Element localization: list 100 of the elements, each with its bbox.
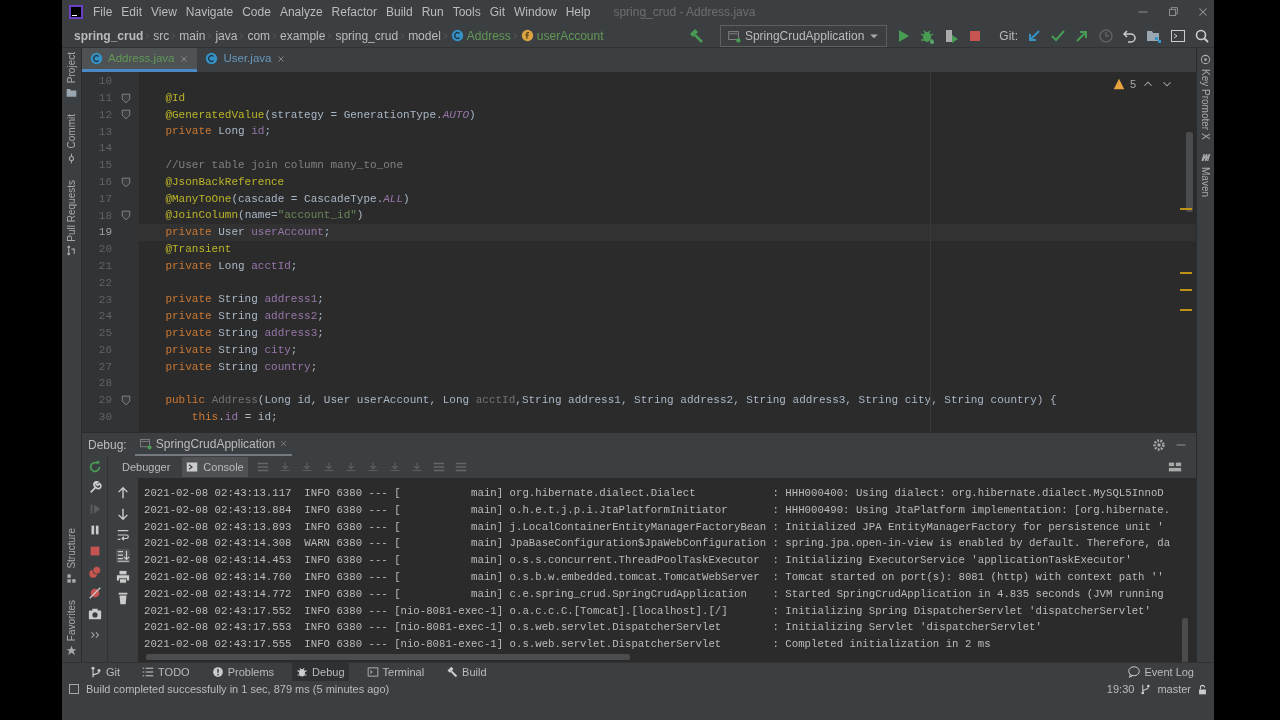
file-tab[interactable]: User.java: [197, 48, 295, 72]
menu-item[interactable]: Run: [421, 3, 444, 21]
code-line: @Transient: [164, 242, 232, 255]
menu-item[interactable]: Analyze: [279, 3, 323, 21]
scrollbar[interactable]: [1186, 132, 1193, 212]
class-icon: [450, 29, 464, 42]
tool-window-tab[interactable]: Key Promoter X: [1198, 69, 1213, 140]
trash-icon[interactable]: [116, 591, 130, 605]
coverage-icon[interactable]: [943, 27, 960, 44]
fold-marker-icon[interactable]: [120, 92, 131, 104]
git-branch[interactable]: master: [1157, 680, 1191, 698]
terminal-icon[interactable]: [1170, 27, 1186, 44]
camera-icon[interactable]: [87, 607, 102, 621]
menu-item[interactable]: Edit: [121, 3, 143, 21]
soft-wrap-icon[interactable]: [116, 528, 130, 542]
debug-tab[interactable]: Console: [182, 456, 248, 478]
menu-item[interactable]: Refactor: [331, 3, 377, 21]
clock-time[interactable]: 19:30: [1106, 680, 1135, 698]
scroll-to-end-icon[interactable]: [116, 549, 130, 563]
breadcrumb-item[interactable]: Address: [466, 26, 511, 45]
tool-window-tab[interactable]: Maven: [1198, 166, 1213, 197]
tool-window-tab[interactable]: Favorites: [64, 599, 79, 641]
close-icon[interactable]: [179, 53, 190, 64]
arrow-down-icon[interactable]: [116, 507, 130, 521]
close-icon[interactable]: [276, 53, 287, 64]
run-config-icon: [726, 28, 741, 43]
breadcrumb-item[interactable]: spring_crud: [335, 26, 399, 45]
fold-marker-icon[interactable]: [120, 395, 131, 407]
breadcrumb-item[interactable]: src: [153, 26, 170, 45]
breakpoints-icon[interactable]: [87, 565, 102, 579]
menu-item[interactable]: Tools: [452, 3, 481, 21]
wrench-icon[interactable]: [87, 481, 102, 495]
close-icon[interactable]: [279, 439, 289, 448]
warning-marker[interactable]: [1180, 309, 1192, 311]
menu-item[interactable]: Build: [385, 3, 413, 21]
tool-window-tab[interactable]: Project: [64, 52, 79, 84]
alert-icon: [211, 666, 224, 678]
status-message: Build completed successfully in 1 sec, 879 ms (5 minutes ago): [86, 681, 390, 697]
tool-window-button[interactable]: Debug: [292, 663, 349, 681]
undo-icon[interactable]: [1122, 27, 1138, 44]
menu-item[interactable]: Window: [514, 3, 557, 21]
print-icon[interactable]: [116, 570, 130, 584]
list-icon[interactable]: [453, 460, 468, 474]
square-icon[interactable]: [68, 683, 80, 695]
warning-count[interactable]: 5: [1129, 76, 1136, 93]
search-icon[interactable]: [1194, 27, 1210, 44]
class-icon: [205, 52, 219, 65]
tool-window-button[interactable]: Terminal: [362, 663, 429, 681]
warning-marker[interactable]: [1180, 289, 1192, 291]
breadcrumb-item[interactable]: model: [408, 26, 441, 45]
breadcrumb-item[interactable]: example: [280, 26, 326, 45]
scrollbar[interactable]: [1182, 618, 1188, 662]
event-log-button[interactable]: Event Log: [1124, 663, 1198, 681]
pull-request-icon: [66, 245, 77, 257]
arrow-up-icon[interactable]: [116, 486, 130, 500]
code-line: private String country;: [164, 360, 318, 373]
line-number: 19: [97, 225, 112, 241]
gear-icon[interactable]: [1152, 437, 1166, 452]
menu-item[interactable]: Git: [489, 3, 505, 21]
tool-window-tab[interactable]: Commit: [64, 114, 79, 149]
warning-icon[interactable]: [1112, 78, 1125, 91]
breadcrumb-item[interactable]: userAccount: [536, 26, 604, 45]
breadcrumb-item[interactable]: spring_crud: [74, 26, 144, 45]
fold-marker-icon[interactable]: [120, 109, 131, 121]
menu-item[interactable]: Navigate: [185, 3, 234, 21]
menu-item[interactable]: Help: [565, 3, 591, 21]
warning-marker[interactable]: [1180, 208, 1192, 210]
warning-marker[interactable]: [1180, 272, 1192, 274]
restore-icon[interactable]: [1166, 5, 1180, 19]
clock-icon[interactable]: [1098, 27, 1114, 44]
tool-window-button[interactable]: Build: [442, 663, 491, 681]
code-line: @ManyToOne(cascade = CascadeType.ALL): [164, 192, 410, 205]
field-icon: [520, 29, 534, 42]
fold-marker-icon[interactable]: [120, 176, 131, 188]
tool-window-button[interactable]: Problems: [207, 663, 279, 681]
fold-marker-icon[interactable]: [120, 210, 131, 222]
lock-icon[interactable]: [1197, 683, 1208, 695]
menu-item[interactable]: File: [93, 3, 113, 21]
run-config-dropdown[interactable]: SpringCrudApplication: [719, 24, 888, 47]
tool-window-button[interactable]: TODO: [138, 663, 194, 681]
tool-window-tab[interactable]: Pull Requests: [64, 179, 79, 242]
code-line: //User table join column many_to_one: [164, 159, 404, 171]
menu-item[interactable]: Code: [242, 3, 271, 21]
tool-window-button[interactable]: Git: [86, 663, 125, 681]
mute-breakpoints-icon[interactable]: [87, 586, 102, 600]
debug-tab[interactable]: Debugger: [118, 456, 175, 478]
hammer-icon: [446, 666, 459, 678]
tool-window-tab[interactable]: Structure: [64, 528, 79, 569]
branch-icon: [90, 666, 102, 678]
arrow-down-left-icon[interactable]: [1026, 27, 1042, 44]
list-icon[interactable]: [255, 460, 270, 474]
list-icon[interactable]: [431, 460, 446, 474]
menu-item[interactable]: View: [151, 3, 177, 21]
log-line: 2021-02-08 02:43:13.893 INFO 6380 --- [ main] j.LocalContainerEntityManagerFactoryBean : Initialized JPA EntityManagerFactory for persistence unit ': [144, 519, 1164, 535]
scrollbar[interactable]: [146, 654, 630, 660]
breadcrumb-item[interactable]: java: [215, 26, 238, 45]
layout-icon[interactable]: [1168, 460, 1182, 474]
rerun-icon[interactable]: [87, 460, 102, 474]
breadcrumb-item[interactable]: main: [179, 26, 206, 45]
breadcrumb-item[interactable]: com: [247, 26, 271, 45]
